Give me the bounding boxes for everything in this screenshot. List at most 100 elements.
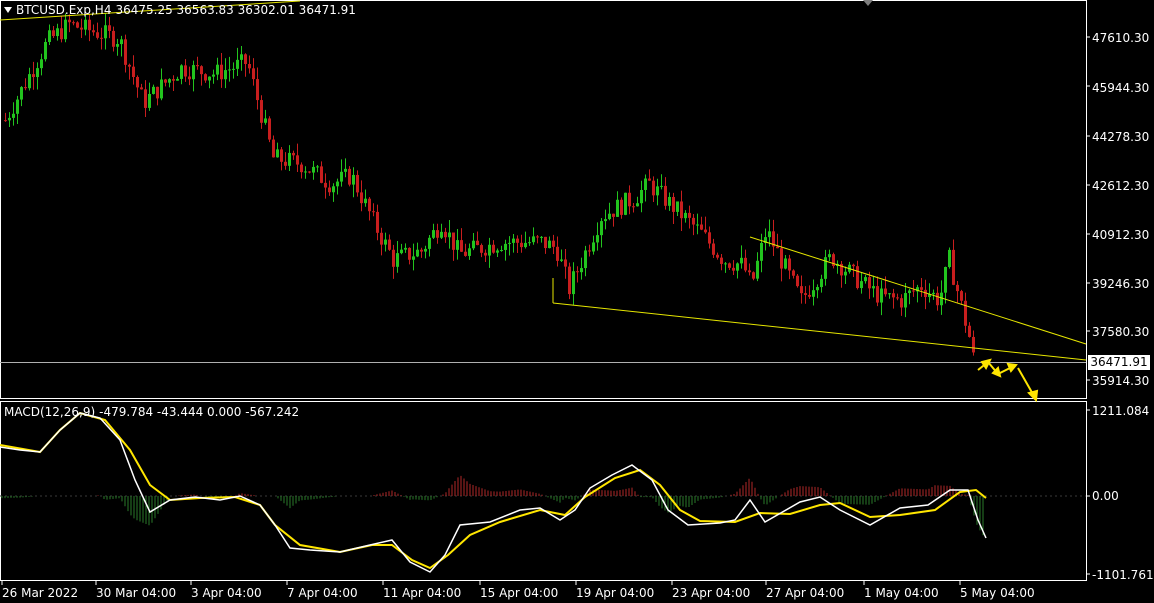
candle-body — [748, 270, 751, 273]
candle-body — [412, 256, 415, 260]
candle-body — [560, 259, 563, 261]
candle-body — [900, 298, 903, 308]
candle-body — [780, 248, 783, 269]
candle-body — [32, 74, 35, 78]
candle-body — [828, 254, 831, 258]
candle-body — [556, 246, 559, 261]
candle-body — [248, 64, 251, 69]
candle-body — [384, 239, 387, 245]
candle-body — [388, 239, 391, 250]
candle-body — [696, 224, 699, 226]
candle-body — [544, 236, 547, 249]
candle-body — [456, 240, 459, 250]
candle-body — [724, 263, 727, 265]
candle-body — [584, 250, 587, 269]
candle-body — [540, 236, 543, 238]
candle-body — [84, 19, 87, 30]
candle-body — [264, 118, 267, 123]
candle-body — [808, 294, 811, 297]
candle-body — [404, 247, 407, 250]
candle-body — [612, 213, 615, 217]
candle-body — [104, 25, 107, 39]
candle-body — [728, 263, 731, 268]
candle-body — [892, 293, 895, 298]
candle-body — [28, 74, 31, 89]
candle-body — [332, 186, 335, 193]
candle-body — [396, 253, 399, 267]
candle-body — [864, 277, 867, 282]
candle-body — [888, 293, 891, 295]
candle-body — [72, 22, 75, 24]
candle-body — [868, 277, 871, 289]
candle-body — [436, 230, 439, 238]
chart-canvas[interactable] — [0, 0, 1154, 603]
candle-body — [676, 201, 679, 212]
candle-body — [56, 28, 59, 37]
candle-body — [116, 44, 119, 47]
time-tick-label: 23 Apr 04:00 — [672, 586, 751, 600]
candle-body — [200, 66, 203, 75]
macd-main-line — [0, 412, 987, 573]
candle-body — [496, 250, 499, 253]
candle-body — [280, 149, 283, 162]
candle-body — [76, 22, 79, 28]
macd-panel-frame — [0, 401, 1087, 581]
candle-body — [880, 288, 883, 303]
candle-body — [44, 41, 47, 60]
price-tick-label: 47610.30 — [1092, 31, 1150, 45]
candle-body — [632, 206, 635, 208]
candle-body — [760, 243, 763, 261]
candle-body — [48, 30, 51, 42]
time-tick-label: 11 Apr 04:00 — [383, 586, 462, 600]
candle-body — [640, 189, 643, 204]
candle-body — [520, 242, 523, 248]
candle-body — [228, 69, 231, 71]
candle-body — [12, 113, 15, 118]
time-tick-label: 3 Apr 04:00 — [191, 586, 262, 600]
candle-body — [240, 54, 243, 60]
candle-body — [744, 257, 747, 271]
candle-body — [936, 292, 939, 306]
candle-body — [132, 66, 135, 77]
candle-body — [208, 76, 211, 81]
candle-body — [652, 180, 655, 196]
candle-body — [516, 238, 519, 243]
candle-body — [276, 149, 279, 158]
macd-header: MACD(12,26,9) -479.784 -43.444 0.000 -56… — [4, 404, 299, 420]
candle-body — [204, 74, 207, 81]
time-tick-label: 1 May 04:00 — [864, 586, 939, 600]
candle-body — [364, 198, 367, 204]
candle-body — [428, 237, 431, 249]
candle-body — [668, 196, 671, 206]
candle-body — [596, 235, 599, 243]
candle-body — [804, 293, 807, 295]
candle-body — [80, 27, 83, 30]
candle-body — [328, 187, 331, 193]
candle-body — [700, 224, 703, 230]
candle-body — [148, 93, 151, 108]
candle-body — [792, 270, 795, 276]
candle-body — [8, 117, 11, 121]
candle-body — [960, 291, 963, 301]
candle-body — [904, 293, 907, 308]
chart-shift-marker[interactable] — [863, 0, 873, 6]
candle-body — [52, 30, 55, 37]
candle-body — [800, 286, 803, 294]
candle-body — [260, 100, 263, 123]
candle-body — [336, 181, 339, 187]
time-tick-label: 15 Apr 04:00 — [480, 586, 559, 600]
candle-body — [692, 217, 695, 225]
candle-body — [576, 271, 579, 273]
candle-body — [420, 249, 423, 252]
candle-body — [820, 278, 823, 288]
candle-body — [68, 19, 71, 23]
candlestick-series — [4, 13, 975, 356]
candle-body — [180, 65, 183, 79]
candle-body — [304, 171, 307, 173]
candle-body — [524, 242, 527, 248]
candle-body — [656, 186, 659, 196]
candle-body — [360, 192, 363, 204]
candle-body — [680, 201, 683, 219]
candle-body — [140, 87, 143, 90]
symbol-dropdown-icon[interactable] — [4, 7, 12, 13]
